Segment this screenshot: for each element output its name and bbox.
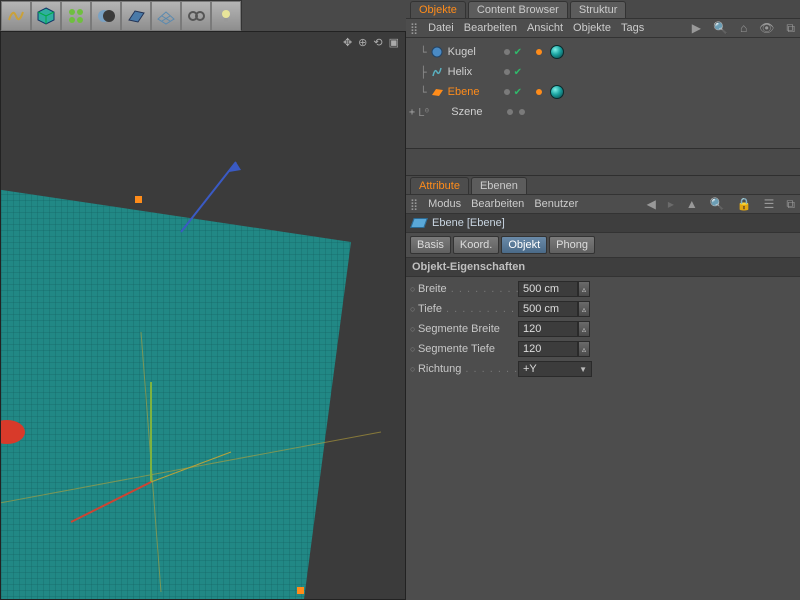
undock-icon[interactable]: ⧉ [786,197,795,212]
subtab-koord[interactable]: Koord. [453,236,499,254]
tab-content-browser[interactable]: Content Browser [468,1,568,18]
prop-richtung: Richtung . . . . . . . +Y▼ [410,359,796,379]
helix-icon [430,65,444,79]
tree-row-szene[interactable]: +L⁰ Szene [406,102,800,122]
object-label[interactable]: Kugel [448,46,498,58]
tool-cube-icon[interactable] [31,1,61,31]
tool-array-icon[interactable] [61,1,91,31]
undock-icon[interactable]: ⧉ [786,21,795,36]
object-label[interactable]: Ebene [448,86,498,98]
input-seg-breite[interactable] [518,321,578,337]
input-breite[interactable] [518,281,578,297]
menu-bearbeiten[interactable]: Bearbeiten [471,198,524,210]
eye-icon[interactable]: 👁 [759,21,774,35]
object-manager-tabs: Objekte Content Browser Struktur [406,0,800,18]
tool-floor-icon[interactable] [151,1,181,31]
new-icon[interactable]: ☰ [764,197,775,211]
home-icon[interactable]: ⌂ [740,21,747,35]
arrow-icon[interactable]: ▶ [692,21,701,35]
panel-grip-icon[interactable]: ⣿ [410,22,418,35]
object-tree[interactable]: └ Kugel ✔ ├ Helix ✔ └ Ebene ✔ +L⁰ Szene [406,38,800,148]
select-richtung[interactable]: +Y▼ [518,361,592,377]
tool-boole-icon[interactable] [91,1,121,31]
search-icon[interactable]: 🔍 [713,21,728,35]
expand-toggle[interactable]: + [406,107,418,118]
tab-objekte[interactable]: Objekte [410,1,466,18]
object-type-label: Ebene [Ebene] [432,217,505,229]
subtab-basis[interactable]: Basis [410,236,451,254]
sphere-icon [430,45,444,59]
viewport[interactable]: ✥ ⊕ ⟲ ▣ [0,31,406,600]
prop-tiefe: Tiefe . . . . . . . . . . . ▵ [410,299,796,319]
menu-modus[interactable]: Modus [428,198,461,210]
nav-back-icon[interactable]: ◀ [647,197,656,211]
subtab-phong[interactable]: Phong [549,236,595,254]
menu-tags[interactable]: Tags [621,22,644,34]
menu-benutzer[interactable]: Benutzer [534,198,578,210]
spinner-icon[interactable]: ▵ [578,301,590,317]
tab-ebenen[interactable]: Ebenen [471,177,527,194]
object-label[interactable]: Helix [448,66,498,78]
lock-icon[interactable]: 🔒 [737,197,752,211]
nav-fwd-icon[interactable]: ▸ [668,197,674,211]
attribute-manager-tabs: Attribute Ebenen [406,176,800,194]
attribute-body: Ebene [Ebene] Basis Koord. Objekt Phong … [406,214,800,600]
input-seg-tiefe[interactable] [518,341,578,357]
menu-bearbeiten[interactable]: Bearbeiten [464,22,517,34]
tool-camera-icon[interactable] [181,1,211,31]
attribute-subtabs: Basis Koord. Objekt Phong [406,233,800,257]
spinner-icon[interactable]: ▵ [578,321,590,337]
panel-splitter[interactable] [406,148,800,176]
material-tag-icon[interactable] [550,85,564,99]
tree-row-ebene[interactable]: └ Ebene ✔ [406,82,800,102]
panel-grip-icon[interactable]: ⣿ [410,198,418,211]
prop-breite: Breite . . . . . . . . . . ▵ [410,279,796,299]
search-icon[interactable]: 🔍 [710,197,725,211]
tool-light-icon[interactable] [211,1,241,31]
attribute-menubar: ⣿ Modus Bearbeiten Benutzer ◀ ▸ ▲ 🔍 🔒 ☰ … [406,194,800,214]
subtab-objekt[interactable]: Objekt [501,236,547,254]
property-list: Breite . . . . . . . . . . ▵ Tiefe . . .… [406,277,800,381]
plane-icon [410,218,428,228]
viewport-scene [1,32,406,600]
menu-datei[interactable]: Datei [428,22,454,34]
prop-segmente-tiefe: Segmente Tiefe ▵ [410,339,796,359]
nav-up-icon[interactable]: ▲ [686,197,698,211]
input-tiefe[interactable] [518,301,578,317]
tab-struktur[interactable]: Struktur [570,1,627,18]
group-title: Objekt-Eigenschaften [406,257,800,277]
tree-row-helix[interactable]: ├ Helix ✔ [406,62,800,82]
prop-segmente-breite: Segmente Breite ▵ [410,319,796,339]
attribute-object-title: Ebene [Ebene] [406,214,800,233]
menu-objekte[interactable]: Objekte [573,22,611,34]
main-toolbar [0,0,242,30]
plane-icon [430,85,444,99]
tool-deformer-icon[interactable] [1,1,31,31]
material-tag-icon[interactable] [550,45,564,59]
tree-row-kugel[interactable]: └ Kugel ✔ [406,42,800,62]
object-manager-menubar: ⣿ Datei Bearbeiten Ansicht Objekte Tags … [406,18,800,38]
object-label[interactable]: Szene [451,106,501,118]
menu-ansicht[interactable]: Ansicht [527,22,563,34]
spinner-icon[interactable]: ▵ [578,281,590,297]
null-icon [433,105,447,119]
tab-attribute[interactable]: Attribute [410,177,469,194]
tool-plane-icon[interactable] [121,1,151,31]
spinner-icon[interactable]: ▵ [578,341,590,357]
